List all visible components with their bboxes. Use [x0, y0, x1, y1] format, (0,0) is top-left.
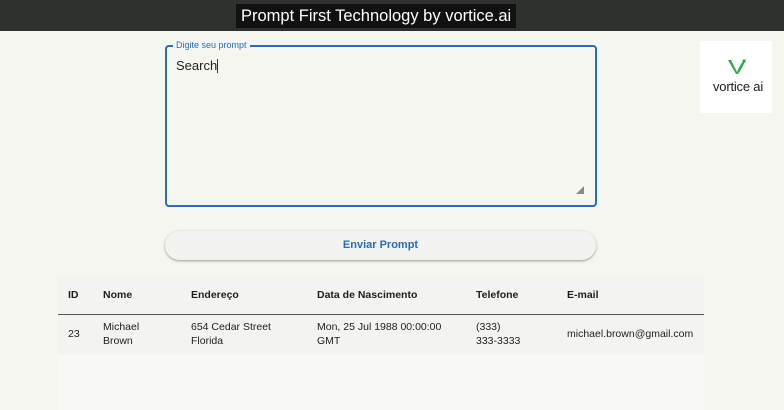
video-caption: Prompt First Technology by vortice.ai	[236, 4, 517, 28]
prompt-field-label: Digite seu prompt	[173, 39, 250, 51]
results-table: ID Nome Endereço Data de Nascimento Tele…	[58, 276, 704, 353]
column-header-endereco[interactable]: Endereço	[181, 276, 307, 315]
v-leaf-logo-icon	[728, 59, 746, 74]
cell-nome-line2: Brown	[103, 335, 133, 347]
cell-id: 23	[68, 328, 80, 340]
results-table-empty-area	[58, 355, 704, 410]
column-header-telefone[interactable]: Telefone	[466, 276, 557, 315]
text-caret	[217, 59, 218, 73]
cell-telefone: (333) 333-3333	[466, 315, 557, 354]
cell-data-nascimento: Mon, 25 Jul 1988 00:00:00 GMT	[307, 315, 466, 354]
cell-endereco-line1: 654 Cedar Street	[191, 321, 271, 333]
column-header-nome[interactable]: Nome	[93, 276, 181, 315]
cell-endereco-line2: Florida	[191, 335, 224, 347]
cell-nome-line1: Michael	[103, 321, 140, 333]
cell-telefone-line1: (333)	[476, 321, 501, 333]
column-header-email[interactable]: E-mail	[557, 276, 704, 315]
logo-wordmark: vortice ai	[712, 79, 764, 94]
table-header-row: ID Nome Endereço Data de Nascimento Tele…	[58, 276, 704, 315]
cell-nome: Michael Brown	[93, 315, 181, 354]
column-header-data-nascimento[interactable]: Data de Nascimento	[307, 276, 466, 315]
column-header-id[interactable]: ID	[58, 276, 93, 315]
cell-data-line2: GMT	[317, 335, 341, 347]
cell-endereco: 654 Cedar Street Florida	[181, 315, 307, 354]
cell-email: michael.brown@gmail.com	[567, 328, 694, 340]
cell-telefone-line2: 333-3333	[476, 335, 521, 347]
send-prompt-button[interactable]: Enviar Prompt	[165, 231, 596, 260]
table-row[interactable]: 23 Michael Brown 654 Cedar Street Florid…	[58, 315, 704, 354]
logo-card	[700, 41, 772, 113]
resize-handle-icon[interactable]	[576, 186, 584, 194]
cell-data-line1: Mon, 25 Jul 1988 00:00:00	[317, 321, 442, 333]
prompt-textarea[interactable]: Search	[176, 57, 576, 177]
